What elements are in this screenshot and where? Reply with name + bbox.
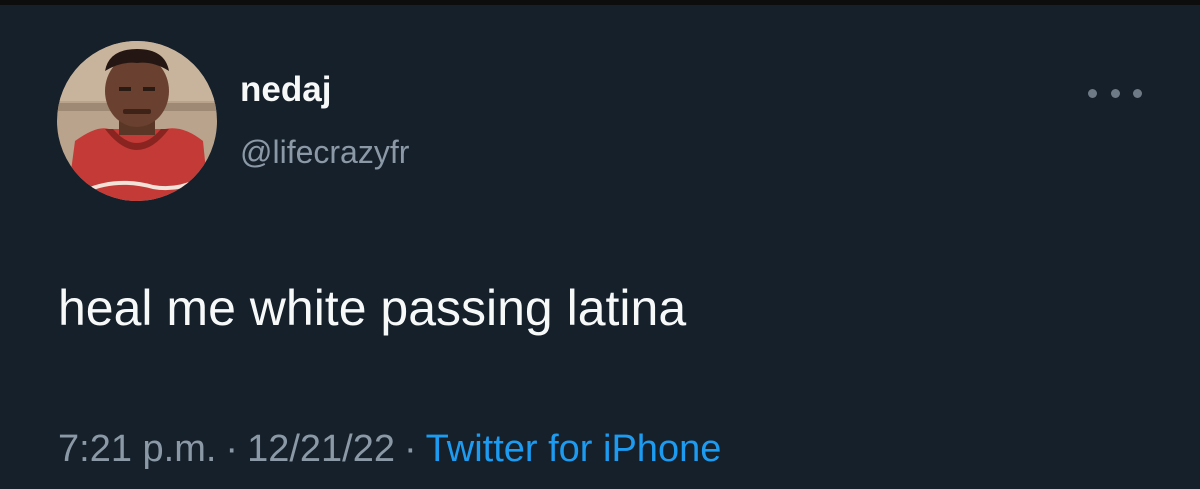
tweet-card: nedaj @lifecrazyfr heal me white passing… [0,0,1200,489]
avatar-image [57,41,217,201]
meta-separator: · [404,428,417,470]
tweet-source-link[interactable]: Twitter for iPhone [426,428,722,470]
more-dot [1133,88,1142,98]
more-dot [1110,88,1120,98]
display-name[interactable]: nedaj [240,72,331,107]
more-options-icon[interactable] [1088,78,1142,108]
tweet-meta: 7:21 p.m. · 12/21/22 · Twitter for iPhone [58,430,721,468]
meta-separator: · [225,428,239,470]
tweet-time[interactable]: 7:21 p.m. [58,428,216,470]
more-dot [1088,88,1097,98]
user-handle[interactable]: @lifecrazyfr [240,136,409,168]
tweet-text: heal me white passing latina [58,280,687,336]
tweet-date[interactable]: 12/21/22 [247,428,395,470]
avatar[interactable] [57,41,217,201]
